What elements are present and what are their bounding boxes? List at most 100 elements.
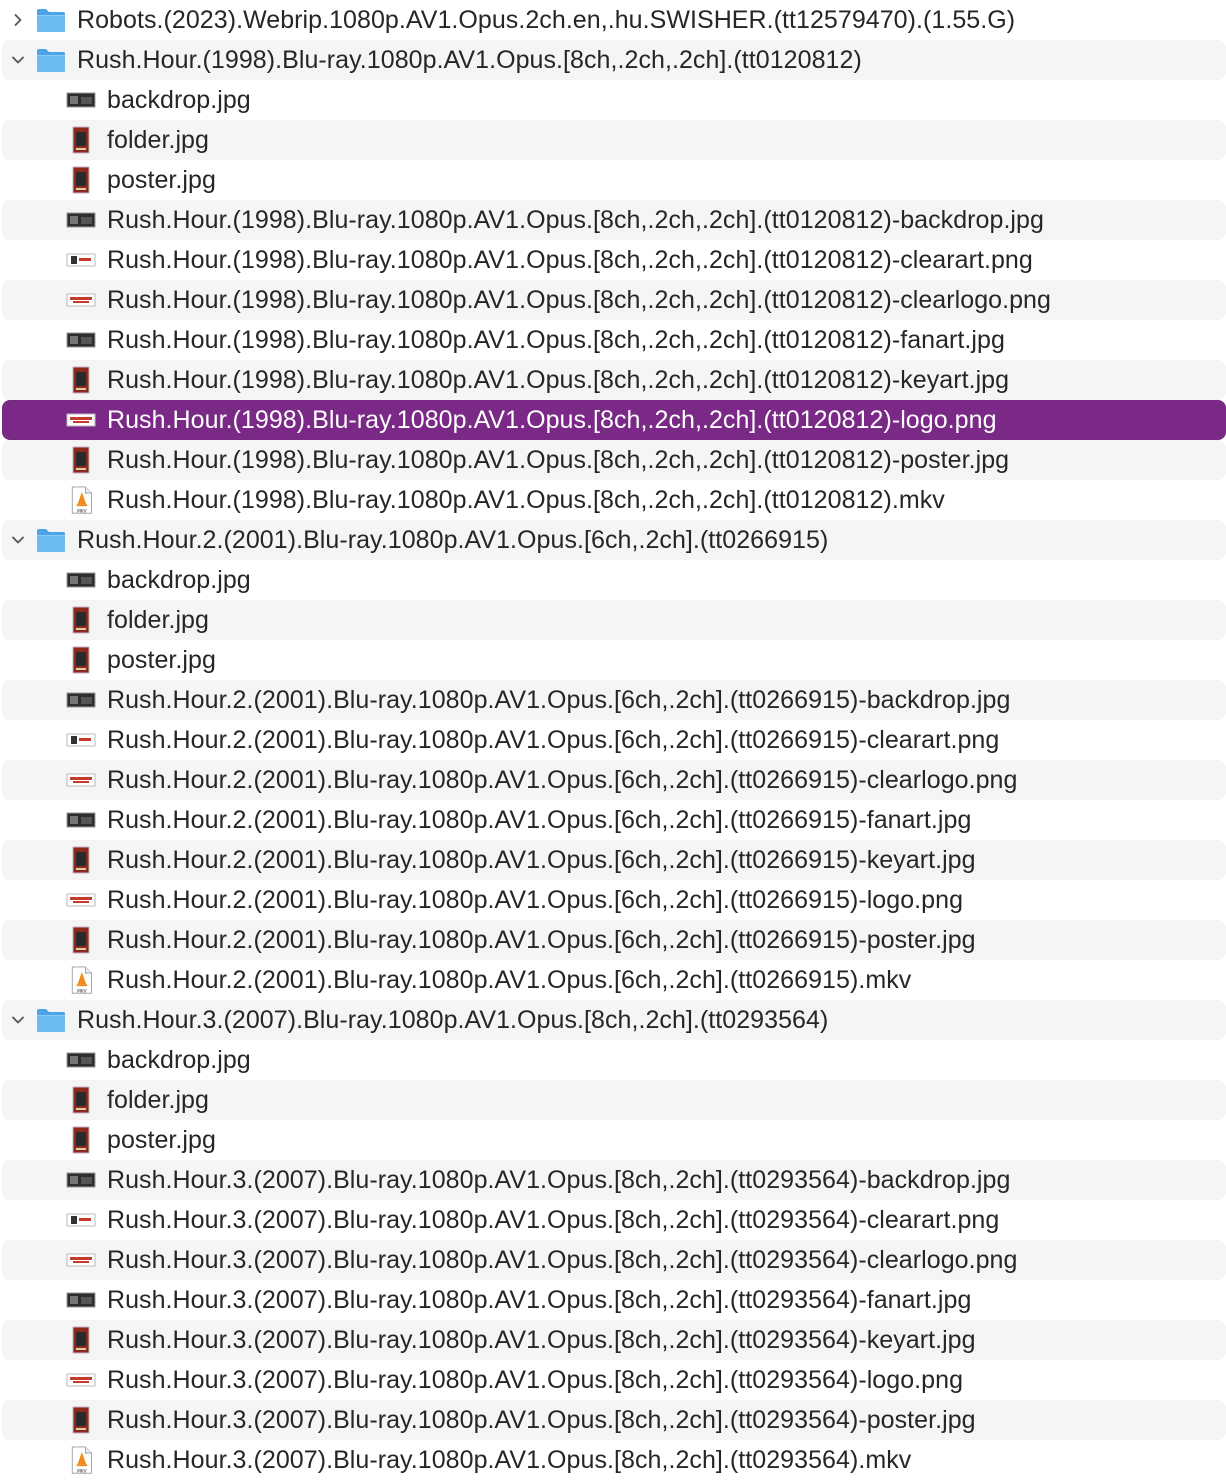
file-name: Rush.Hour.2.(2001).Blu-ray.1080p.AV1.Opu… xyxy=(107,966,912,994)
file-row[interactable]: Rush.Hour.2.(2001).Blu-ray.1080p.AV1.Opu… xyxy=(2,720,1226,760)
file-name: Rush.Hour.(1998).Blu-ray.1080p.AV1.Opus.… xyxy=(107,246,1033,274)
file-row[interactable]: Rush.Hour.2.(2001).Blu-ray.1080p.AV1.Opu… xyxy=(2,800,1226,840)
logo-thumb-icon xyxy=(65,1246,97,1274)
file-row[interactable]: poster.jpg xyxy=(2,160,1226,200)
file-row[interactable]: Rush.Hour.3.(2007).Blu-ray.1080p.AV1.Opu… xyxy=(2,1160,1226,1200)
landscape-thumb-icon xyxy=(65,566,97,594)
file-row[interactable]: Rush.Hour.3.(2007).Blu-ray.1080p.AV1.Opu… xyxy=(2,1280,1226,1320)
file-name: Rush.Hour.3.(2007).Blu-ray.1080p.AV1.Opu… xyxy=(107,1286,972,1314)
svg-text:MKV: MKV xyxy=(77,1468,87,1474)
file-row[interactable]: backdrop.jpg xyxy=(2,560,1226,600)
poster-thumb-icon xyxy=(65,366,97,394)
file-row[interactable]: Rush.Hour.2.(2001).Blu-ray.1080p.AV1.Opu… xyxy=(2,920,1226,960)
file-row[interactable]: Rush.Hour.2.(2001).Blu-ray.1080p.AV1.Opu… xyxy=(2,840,1226,880)
poster-thumb-icon xyxy=(65,646,97,674)
landscape-thumb-icon xyxy=(65,1046,97,1074)
file-name: Rush.Hour.2.(2001).Blu-ray.1080p.AV1.Opu… xyxy=(107,806,972,834)
file-name: Rush.Hour.(1998).Blu-ray.1080p.AV1.Opus.… xyxy=(107,406,997,434)
file-row[interactable]: backdrop.jpg xyxy=(2,80,1226,120)
file-row[interactable]: MKV Rush.Hour.2.(2001).Blu-ray.1080p.AV1.… xyxy=(2,960,1226,1000)
file-name: poster.jpg xyxy=(107,646,216,674)
file-name: poster.jpg xyxy=(107,166,216,194)
poster-thumb-icon xyxy=(65,606,97,634)
logo-thumb-icon xyxy=(65,1366,97,1394)
file-row[interactable]: poster.jpg xyxy=(2,1120,1226,1160)
clearart-thumb-icon xyxy=(65,726,97,754)
file-row[interactable]: MKV Rush.Hour.(1998).Blu-ray.1080p.AV1.Op… xyxy=(2,480,1226,520)
file-row[interactable]: folder.jpg xyxy=(2,120,1226,160)
file-name: Rush.Hour.3.(2007).Blu-ray.1080p.AV1.Opu… xyxy=(107,1366,964,1394)
file-name: Rush.Hour.2.(2001).Blu-ray.1080p.AV1.Opu… xyxy=(107,726,1000,754)
file-name: Rush.Hour.(1998).Blu-ray.1080p.AV1.Opus.… xyxy=(107,286,1051,314)
file-row[interactable]: Rush.Hour.3.(2007).Blu-ray.1080p.AV1.Opu… xyxy=(2,1240,1226,1280)
file-name: Rush.Hour.(1998).Blu-ray.1080p.AV1.Opus.… xyxy=(107,326,1005,354)
folder-row[interactable]: Rush.Hour.3.(2007).Blu-ray.1080p.AV1.Opu… xyxy=(2,1000,1226,1040)
file-row[interactable]: folder.jpg xyxy=(2,1080,1226,1120)
file-name: folder.jpg xyxy=(107,606,209,634)
svg-text:MKV: MKV xyxy=(77,988,87,994)
file-name: poster.jpg xyxy=(107,1126,216,1154)
file-row[interactable]: Rush.Hour.3.(2007).Blu-ray.1080p.AV1.Opu… xyxy=(2,1360,1226,1400)
logo-thumb-icon xyxy=(65,766,97,794)
file-row[interactable]: Rush.Hour.2.(2001).Blu-ray.1080p.AV1.Opu… xyxy=(2,680,1226,720)
poster-thumb-icon xyxy=(65,1126,97,1154)
file-name: Rush.Hour.(1998).Blu-ray.1080p.AV1.Opus.… xyxy=(107,446,1010,474)
mkv-document-icon: MKV xyxy=(65,486,97,514)
file-name: backdrop.jpg xyxy=(107,86,251,114)
file-row[interactable]: Rush.Hour.(1998).Blu-ray.1080p.AV1.Opus.… xyxy=(2,200,1226,240)
folder-row[interactable]: Robots.(2023).Webrip.1080p.AV1.Opus.2ch.… xyxy=(2,0,1226,40)
landscape-thumb-icon xyxy=(65,686,97,714)
chevron-right-icon[interactable] xyxy=(8,0,28,40)
poster-thumb-icon xyxy=(65,1406,97,1434)
file-row[interactable]: poster.jpg xyxy=(2,640,1226,680)
chevron-down-icon[interactable] xyxy=(8,40,28,80)
file-name: Rush.Hour.3.(2007).Blu-ray.1080p.AV1.Opu… xyxy=(107,1206,1000,1234)
clearart-thumb-icon xyxy=(65,246,97,274)
file-row[interactable]: folder.jpg xyxy=(2,600,1226,640)
poster-thumb-icon xyxy=(65,846,97,874)
folder-icon xyxy=(35,46,67,74)
file-row[interactable]: Rush.Hour.(1998).Blu-ray.1080p.AV1.Opus.… xyxy=(2,360,1226,400)
file-name: folder.jpg xyxy=(107,1086,209,1114)
file-row[interactable]: Rush.Hour.3.(2007).Blu-ray.1080p.AV1.Opu… xyxy=(2,1320,1226,1360)
folder-icon xyxy=(35,6,67,34)
file-row[interactable]: Rush.Hour.2.(2001).Blu-ray.1080p.AV1.Opu… xyxy=(2,880,1226,920)
logo-thumb-icon xyxy=(65,286,97,314)
folder-name: Rush.Hour.2.(2001).Blu-ray.1080p.AV1.Opu… xyxy=(77,526,829,554)
file-row[interactable]: backdrop.jpg xyxy=(2,1040,1226,1080)
folder-row[interactable]: Rush.Hour.(1998).Blu-ray.1080p.AV1.Opus.… xyxy=(2,40,1226,80)
folder-name: Rush.Hour.3.(2007).Blu-ray.1080p.AV1.Opu… xyxy=(77,1006,829,1034)
logo-thumb-icon xyxy=(65,406,97,434)
chevron-down-icon[interactable] xyxy=(8,1000,28,1040)
file-list: Robots.(2023).Webrip.1080p.AV1.Opus.2ch.… xyxy=(0,0,1226,1480)
file-name: Rush.Hour.(1998).Blu-ray.1080p.AV1.Opus.… xyxy=(107,486,945,514)
file-row[interactable]: Rush.Hour.3.(2007).Blu-ray.1080p.AV1.Opu… xyxy=(2,1400,1226,1440)
svg-text:MKV: MKV xyxy=(77,508,87,514)
file-row[interactable]: Rush.Hour.(1998).Blu-ray.1080p.AV1.Opus.… xyxy=(2,320,1226,360)
poster-thumb-icon xyxy=(65,1086,97,1114)
file-name: Rush.Hour.2.(2001).Blu-ray.1080p.AV1.Opu… xyxy=(107,926,976,954)
file-name: Rush.Hour.(1998).Blu-ray.1080p.AV1.Opus.… xyxy=(107,206,1044,234)
file-name: backdrop.jpg xyxy=(107,566,251,594)
logo-thumb-icon xyxy=(65,886,97,914)
landscape-thumb-icon xyxy=(65,326,97,354)
file-name: Rush.Hour.3.(2007).Blu-ray.1080p.AV1.Opu… xyxy=(107,1246,1018,1274)
file-row[interactable]: Rush.Hour.(1998).Blu-ray.1080p.AV1.Opus.… xyxy=(2,280,1226,320)
file-name: Rush.Hour.2.(2001).Blu-ray.1080p.AV1.Opu… xyxy=(107,846,976,874)
file-name: Rush.Hour.2.(2001).Blu-ray.1080p.AV1.Opu… xyxy=(107,686,1011,714)
poster-thumb-icon xyxy=(65,166,97,194)
folder-icon xyxy=(35,1006,67,1034)
file-name: Rush.Hour.2.(2001).Blu-ray.1080p.AV1.Opu… xyxy=(107,886,964,914)
chevron-down-icon[interactable] xyxy=(8,520,28,560)
file-row[interactable]: Rush.Hour.3.(2007).Blu-ray.1080p.AV1.Opu… xyxy=(2,1200,1226,1240)
file-row[interactable]: Rush.Hour.(1998).Blu-ray.1080p.AV1.Opus.… xyxy=(2,240,1226,280)
landscape-thumb-icon xyxy=(65,806,97,834)
folder-name: Robots.(2023).Webrip.1080p.AV1.Opus.2ch.… xyxy=(77,6,1016,34)
file-row[interactable]: Rush.Hour.2.(2001).Blu-ray.1080p.AV1.Opu… xyxy=(2,760,1226,800)
file-row[interactable]: MKV Rush.Hour.3.(2007).Blu-ray.1080p.AV1.… xyxy=(2,1440,1226,1480)
file-row[interactable]: Rush.Hour.(1998).Blu-ray.1080p.AV1.Opus.… xyxy=(2,400,1226,440)
file-name: Rush.Hour.(1998).Blu-ray.1080p.AV1.Opus.… xyxy=(107,366,1010,394)
folder-row[interactable]: Rush.Hour.2.(2001).Blu-ray.1080p.AV1.Opu… xyxy=(2,520,1226,560)
clearart-thumb-icon xyxy=(65,1206,97,1234)
file-row[interactable]: Rush.Hour.(1998).Blu-ray.1080p.AV1.Opus.… xyxy=(2,440,1226,480)
